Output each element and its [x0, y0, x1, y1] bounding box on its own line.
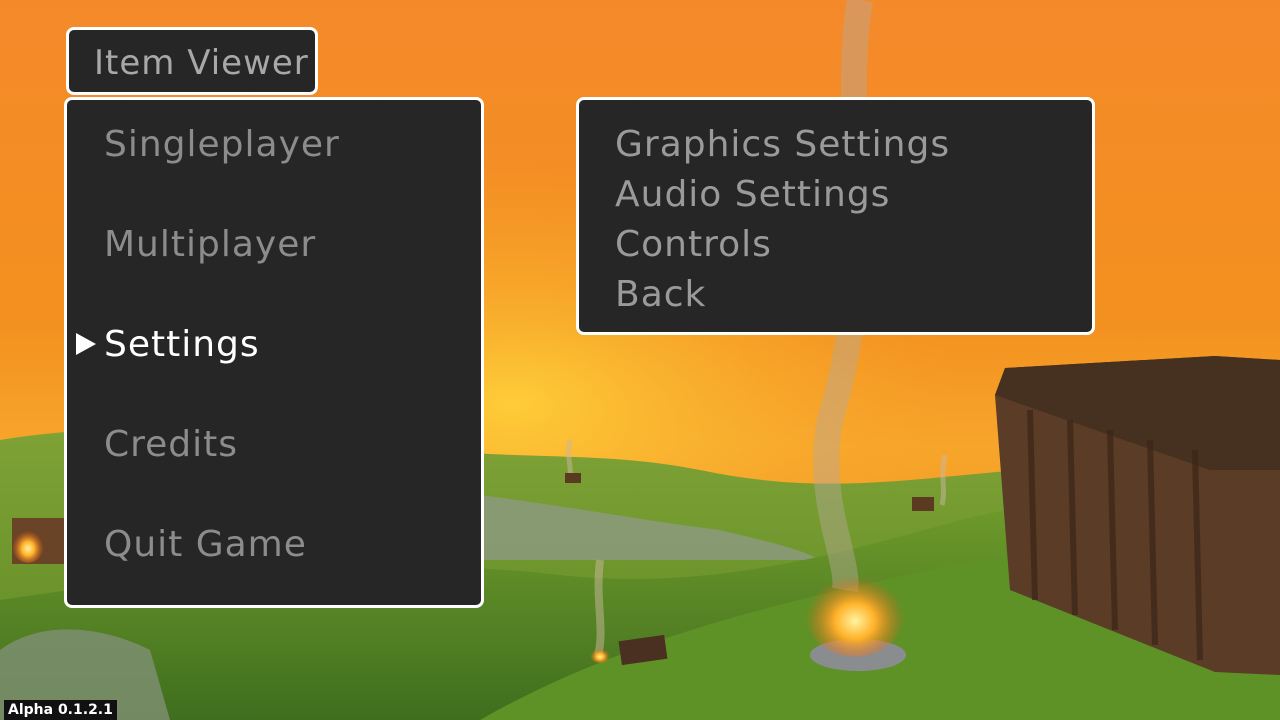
submenu-item-back[interactable]: Back: [615, 274, 706, 315]
settings-submenu-panel: Graphics Settings Audio Settings Control…: [576, 97, 1095, 335]
menu-item-quit-game[interactable]: Quit Game: [104, 524, 307, 565]
triangle-right-icon: [76, 333, 96, 355]
item-viewer-label: Item Viewer: [94, 43, 309, 83]
submenu-item-controls[interactable]: Controls: [615, 224, 772, 265]
submenu-item-graphics-settings[interactable]: Graphics Settings: [615, 124, 950, 165]
menu-item-singleplayer[interactable]: Singleplayer: [104, 124, 340, 165]
version-label: Alpha 0.1.2.1: [4, 700, 117, 720]
submenu-item-audio-settings[interactable]: Audio Settings: [615, 174, 890, 215]
menu-item-multiplayer[interactable]: Multiplayer: [104, 224, 316, 265]
menu-item-settings[interactable]: Settings: [104, 324, 260, 365]
item-viewer-button[interactable]: Item Viewer: [66, 27, 318, 95]
menu-item-credits[interactable]: Credits: [104, 424, 238, 465]
main-menu-panel: Singleplayer Multiplayer Settings Credit…: [64, 97, 484, 608]
